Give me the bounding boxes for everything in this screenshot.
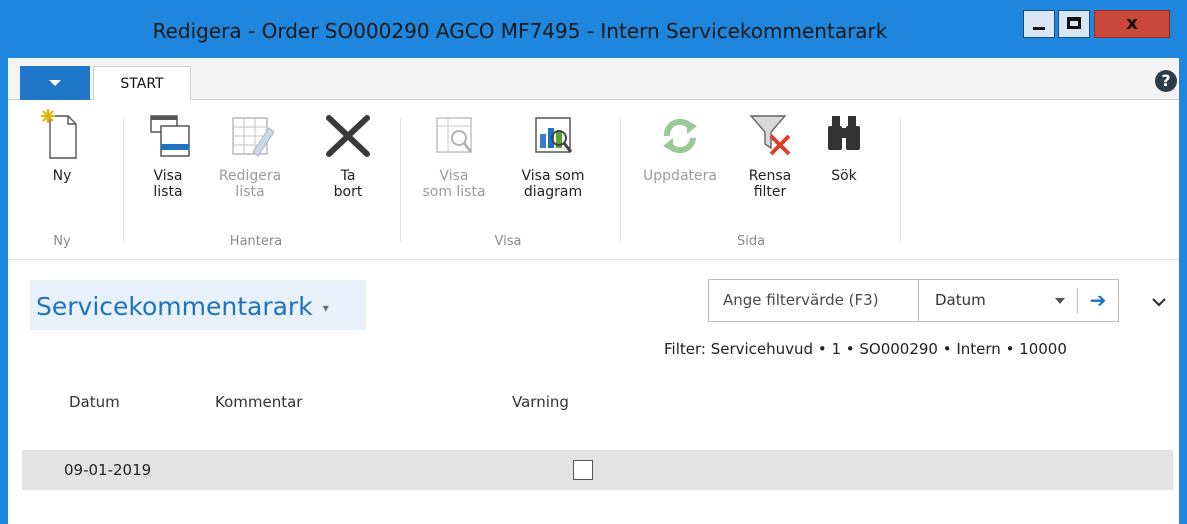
dropdown-arrow-icon <box>49 80 61 86</box>
edit-list-icon <box>232 117 275 157</box>
group-label-hantera: Hantera <box>229 234 283 249</box>
column-header-kommentar[interactable]: Kommentar <box>215 393 302 411</box>
chevron-down-icon: ▾ <box>322 301 329 315</box>
filter-value-input[interactable]: Ange filtervärde (F3) <box>709 280 919 321</box>
delete-x-icon <box>326 115 370 157</box>
new-button-label: Ny <box>52 168 72 184</box>
column-header-varning[interactable]: Varning <box>512 393 569 411</box>
edit-list-button[interactable]: Redigera lista <box>212 108 288 200</box>
maximize-icon <box>1067 17 1081 29</box>
close-icon: x <box>1126 13 1138 34</box>
dropdown-arrow-icon[interactable] <box>1055 298 1065 304</box>
ribbon-separator <box>900 118 901 242</box>
view-list-button[interactable]: Visa lista <box>136 108 200 200</box>
new-document-icon <box>41 109 77 159</box>
binoculars-icon <box>828 116 860 150</box>
filter-divider <box>1077 288 1078 313</box>
view-as-list-button[interactable]: Visa som lista <box>414 108 494 200</box>
view-as-chart-icon <box>535 117 573 153</box>
clear-filter-label: Rensa filter <box>748 168 792 200</box>
help-icon[interactable]: ? <box>1155 70 1177 92</box>
refresh-icon <box>663 118 697 154</box>
delete-button[interactable]: Ta bort <box>320 108 376 200</box>
clear-filter-button[interactable]: Rensa filter <box>742 108 798 200</box>
refresh-label: Uppdatera <box>643 168 717 184</box>
arrow-right-icon[interactable]: ➔ <box>1086 285 1110 315</box>
ribbon-separator <box>620 118 621 242</box>
new-button[interactable]: Ny <box>34 108 90 184</box>
view-list-icon <box>150 115 190 157</box>
close-button[interactable]: x <box>1094 10 1170 38</box>
refresh-button[interactable]: Uppdatera <box>630 108 730 184</box>
chevron-down-icon[interactable] <box>1150 293 1168 311</box>
maximize-button[interactable] <box>1058 10 1090 38</box>
table-row[interactable]: 09-01-2019 <box>22 450 1173 490</box>
tab-start[interactable]: START <box>93 66 191 100</box>
view-as-list-icon <box>436 117 473 153</box>
window-frame-right <box>1179 0 1187 524</box>
clear-filter-icon <box>749 115 791 156</box>
view-as-list-label: Visa som lista <box>422 168 486 200</box>
search-button[interactable]: Sök <box>816 108 872 184</box>
varning-checkbox[interactable] <box>573 460 593 480</box>
column-header-datum[interactable]: Datum <box>69 393 120 411</box>
delete-label: Ta bort <box>333 168 363 200</box>
edit-list-label: Redigera lista <box>218 168 282 200</box>
minimize-icon <box>1033 27 1045 30</box>
window-title: Redigera - Order SO000290 AGCO MF7495 - … <box>152 19 888 43</box>
ribbon-separator <box>400 118 401 242</box>
active-filter-text: Filter: Servicehuvud • 1 • SO000290 • In… <box>664 340 1067 358</box>
search-label: Sök <box>831 168 857 184</box>
group-label-ny: Ny <box>53 234 71 249</box>
view-as-chart-label: Visa som diagram <box>521 168 585 200</box>
ribbon-tab-bar: START ? <box>8 58 1179 100</box>
ribbon-separator <box>123 118 124 242</box>
group-label-visa: Visa <box>494 234 522 249</box>
cell-datum[interactable]: 09-01-2019 <box>64 450 151 490</box>
window-frame-left <box>0 0 8 524</box>
minimize-button[interactable] <box>1023 10 1055 38</box>
view-list-label: Visa lista <box>153 168 183 200</box>
page-title[interactable]: Servicekommentarark ▾ <box>30 280 366 330</box>
ribbon: Ny Ny Visa lista Redigera lista Ta bort … <box>8 100 1179 260</box>
page-title-text: Servicekommentarark <box>36 292 313 321</box>
filter-bar: Ange filtervärde (F3) Datum ➔ <box>708 279 1119 322</box>
filter-field-select[interactable]: Datum <box>935 280 1041 321</box>
group-label-sida: Sida <box>736 234 766 249</box>
application-menu-button[interactable] <box>20 66 90 100</box>
view-as-chart-button[interactable]: Visa som diagram <box>504 108 602 200</box>
title-bar: Redigera - Order SO000290 AGCO MF7495 - … <box>0 0 1187 58</box>
